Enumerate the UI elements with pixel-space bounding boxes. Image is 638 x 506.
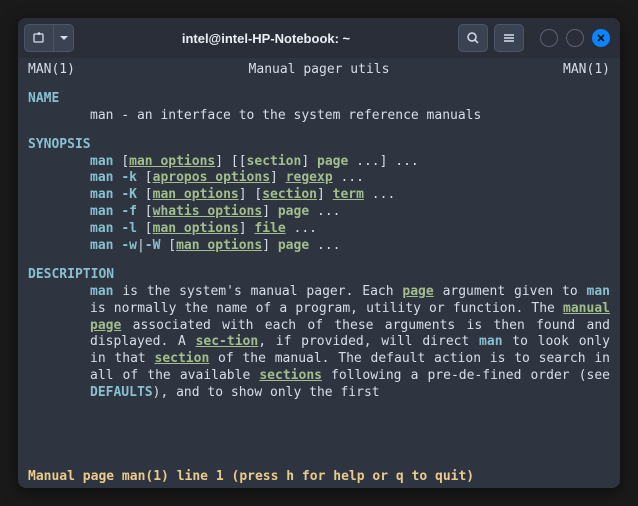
- terminal-content[interactable]: MAN(1) Manual pager utils MAN(1) NAME ma…: [18, 58, 620, 469]
- synopsis-line: man -K [man options] [section] term ...: [90, 187, 610, 204]
- terminal-window: intel@intel-HP-Notebook: ~ MAN(1) Manual…: [18, 18, 620, 488]
- new-tab-menu-button[interactable]: [54, 24, 74, 52]
- close-button[interactable]: [592, 29, 610, 47]
- window-title: intel@intel-HP-Notebook: ~: [80, 31, 452, 46]
- name-line: man - an interface to the system referen…: [90, 108, 610, 125]
- synopsis-line: man -f [whatis options] page ...: [90, 204, 610, 221]
- header-center: Manual pager utils: [249, 62, 390, 79]
- header-left: MAN(1): [28, 62, 75, 79]
- header-right: MAN(1): [563, 62, 610, 79]
- titlebar: intel@intel-HP-Notebook: ~: [18, 18, 620, 58]
- description-paragraph: man is the system's manual pager. Each p…: [90, 284, 610, 402]
- section-synopsis: SYNOPSIS: [28, 137, 91, 152]
- search-button[interactable]: [458, 24, 488, 52]
- synopsis-line: man -w|-W [man options] page ...: [90, 238, 610, 255]
- new-tab-button[interactable]: [24, 24, 54, 52]
- section-description: DESCRIPTION: [28, 267, 114, 282]
- synopsis-line: man -l [man options] file ...: [90, 221, 610, 238]
- maximize-button[interactable]: [566, 29, 584, 47]
- hamburger-menu-button[interactable]: [494, 24, 524, 52]
- synopsis-line: man [man options] [[section] page ...] .…: [90, 154, 610, 171]
- section-name: NAME: [28, 91, 59, 106]
- pager-status-line: Manual page man(1) line 1 (press h for h…: [18, 469, 620, 488]
- synopsis-line: man -k [apropos options] regexp ...: [90, 170, 610, 187]
- minimize-button[interactable]: [540, 29, 558, 47]
